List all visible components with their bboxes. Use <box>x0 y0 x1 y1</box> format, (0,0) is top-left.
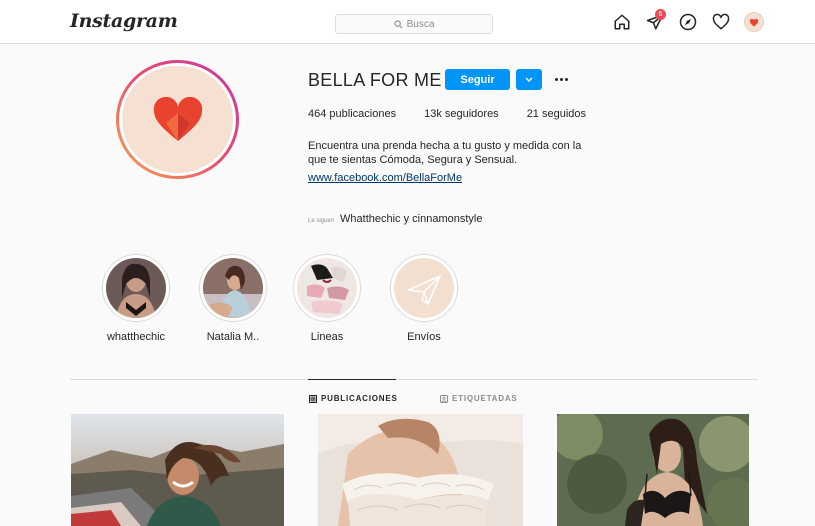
highlight-label: Lineas <box>310 331 344 343</box>
grid-icon <box>309 394 317 403</box>
profile-picture[interactable] <box>116 60 239 179</box>
chevron-down-icon <box>525 77 533 82</box>
highlight-cover-image <box>394 258 454 318</box>
home-icon[interactable] <box>612 12 632 32</box>
following-count[interactable]: 21 seguidos <box>527 108 586 120</box>
search-icon <box>393 19 403 28</box>
profile-username: BELLA FOR ME <box>308 70 442 90</box>
brand-heart-logo <box>153 96 202 141</box>
bio-line: que te sientas Cómoda, Segura y Sensual. <box>308 154 518 166</box>
post-thumbnail[interactable] <box>71 414 284 526</box>
profile-bio: Encuentra una prenda hecha a tu gusto y … <box>308 139 608 167</box>
highlight-cover-image <box>106 258 166 318</box>
instagram-logo[interactable]: Instagram <box>70 10 178 32</box>
highlight-label: whatthechic <box>106 331 166 343</box>
search-input[interactable]: Busca <box>335 14 493 34</box>
search-placeholder: Busca <box>406 18 435 30</box>
notification-badge: 6 <box>655 9 666 20</box>
tab-publicaciones[interactable]: PUBLICACIONES <box>309 394 398 403</box>
profile-stats: 464 publicaciones 13k seguidores 21 segu… <box>308 108 614 120</box>
highlight-cover-image <box>203 258 263 318</box>
tagged-icon <box>440 394 448 403</box>
followed-by-names: Whatthechic y cinnamonstyle <box>340 213 483 225</box>
heart-activity-icon[interactable] <box>711 12 731 32</box>
tabs-divider <box>70 379 758 380</box>
tab-label: PUBLICACIONES <box>321 394 398 403</box>
tab-label: ETIQUETADAS <box>452 394 518 403</box>
posts-count: 464 publicaciones <box>308 108 397 120</box>
top-navigation-bar: Instagram Busca 6 <box>0 0 815 44</box>
highlight-label: Natalia M.. <box>206 331 260 343</box>
highlight-cover-image <box>297 258 357 318</box>
highlight-natalia[interactable]: Natalia M.. <box>198 254 268 343</box>
followers-count[interactable]: 13k seguidores <box>424 108 499 120</box>
tab-etiquetadas[interactable]: ETIQUETADAS <box>440 394 518 403</box>
profile-website-link[interactable]: www.facebook.com/BellaForMe <box>308 172 462 184</box>
direct-messages-icon[interactable]: 6 <box>645 9 666 32</box>
profile-avatar-icon[interactable] <box>744 12 764 32</box>
highlight-envios[interactable]: Envíos <box>389 254 459 343</box>
highlight-whatthechic[interactable]: whatthechic <box>101 254 171 343</box>
highlight-label: Envíos <box>407 331 441 343</box>
more-options-button[interactable] <box>552 72 570 86</box>
active-tab-indicator <box>308 379 396 380</box>
post-thumbnail[interactable] <box>318 414 523 526</box>
followed-by-label: Le siguen <box>308 218 335 224</box>
followed-by[interactable]: Le siguen Whatthechic y cinnamonstyle <box>308 213 482 225</box>
suggested-dropdown-button[interactable] <box>516 69 542 90</box>
bio-line: Encuentra una prenda hecha a tu gusto y … <box>308 140 582 152</box>
post-thumbnail[interactable] <box>557 414 749 526</box>
follow-button[interactable]: Seguir <box>445 69 510 90</box>
nav-icons: 6 <box>612 9 764 32</box>
explore-compass-icon[interactable] <box>678 12 698 32</box>
highlight-lineas[interactable]: Lineas <box>292 254 362 343</box>
